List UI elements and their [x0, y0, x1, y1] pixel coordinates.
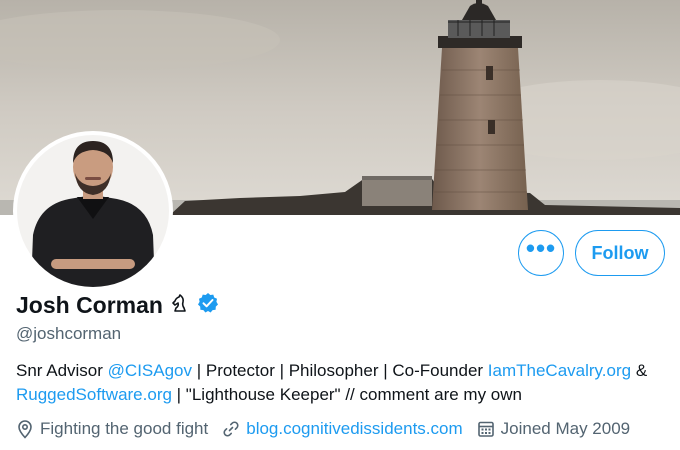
- profile-location: Fighting the good fight: [16, 419, 208, 439]
- profile-joined: Joined May 2009: [477, 419, 630, 439]
- profile-name: Josh Corman: [16, 292, 163, 318]
- bio-text: | Protector | Philosopher | Co-Founder: [192, 361, 488, 380]
- more-options-button[interactable]: •••: [518, 230, 564, 276]
- follow-button[interactable]: Follow: [575, 230, 665, 276]
- bio-text: &: [631, 361, 648, 380]
- profile-avatar[interactable]: [13, 131, 173, 291]
- more-options-icon: •••: [525, 233, 557, 263]
- bio-mention-link[interactable]: @CISAgov: [108, 361, 192, 380]
- joined-text: Joined May 2009: [500, 419, 631, 438]
- location-text: Fighting the good fight: [40, 419, 209, 438]
- knight-chess-icon: [171, 293, 189, 318]
- verified-badge-icon: [197, 292, 219, 319]
- bio-website-link[interactable]: RuggedSoftware.org: [16, 385, 172, 404]
- profile-bio: Snr Advisor @CISAgov | Protector | Philo…: [16, 359, 666, 407]
- location-pin-icon: [16, 419, 34, 439]
- calendar-icon: [477, 420, 495, 438]
- bio-text: Snr Advisor: [16, 361, 108, 380]
- avatar-photo: [17, 135, 169, 287]
- bio-text: | "Lighthouse Keeper" // comment are my …: [171, 385, 522, 404]
- profile-handle: @joshcorman: [16, 324, 122, 343]
- website-link[interactable]: blog.cognitivedissidents.com: [246, 419, 462, 439]
- bio-website-link[interactable]: IamTheCavalry.org: [488, 361, 631, 380]
- link-icon: [222, 420, 240, 438]
- profile-name-row: Josh Corman: [16, 292, 219, 319]
- profile-meta-row: Fighting the good fight blog.cognitivedi…: [16, 419, 644, 439]
- profile-website[interactable]: blog.cognitivedissidents.com: [222, 419, 463, 439]
